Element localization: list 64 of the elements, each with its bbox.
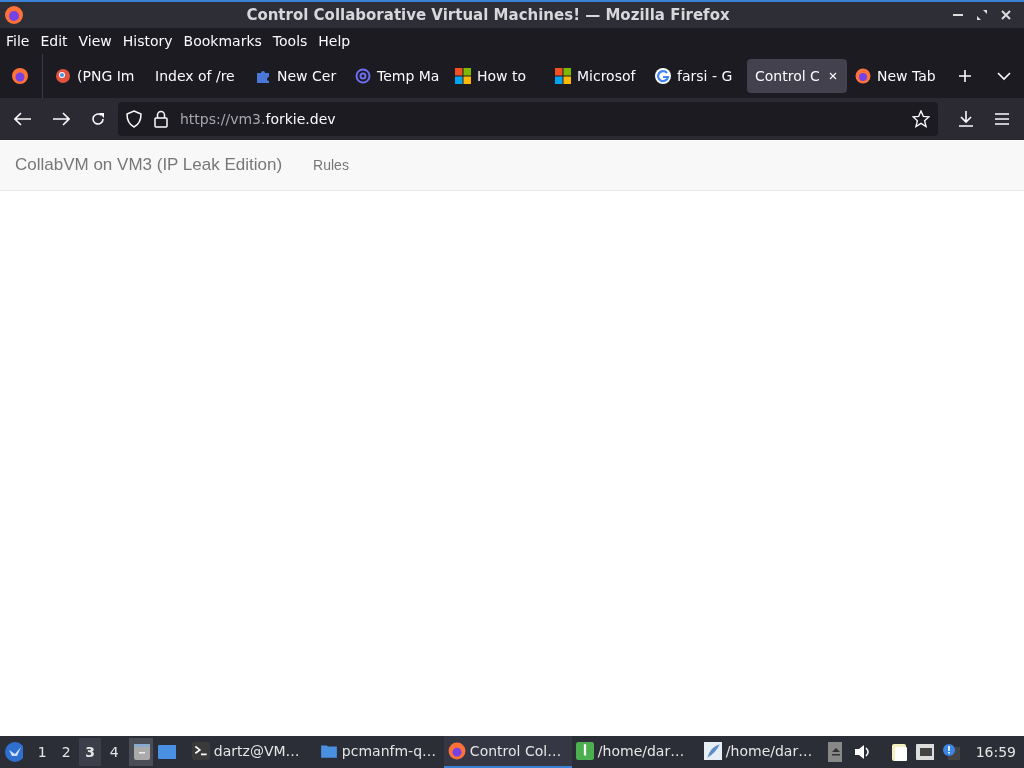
- firefox-icon[interactable]: [10, 66, 30, 86]
- browser-tab[interactable]: New Tab: [847, 59, 937, 93]
- menu-item[interactable]: View: [78, 30, 112, 52]
- shield-icon: [126, 110, 142, 128]
- clock: 16:59: [975, 742, 1016, 762]
- eject-icon[interactable]: [827, 742, 842, 762]
- chevron-down-icon[interactable]: [996, 71, 1012, 81]
- archive-icon: [575, 742, 594, 760]
- firefox-icon: [855, 68, 871, 84]
- lock-icon: [154, 110, 168, 128]
- url-text: https://vm3.forkie.dev: [180, 109, 337, 129]
- file-cabinet-icon[interactable]: [129, 738, 153, 766]
- close-icon[interactable]: [1000, 9, 1012, 21]
- new-tab-icon[interactable]: [958, 69, 972, 83]
- close-icon: [827, 70, 839, 82]
- menu-icon[interactable]: [994, 112, 1010, 126]
- site-brand[interactable]: CollabVM on VM3 (IP Leak Edition): [15, 152, 283, 178]
- taskbar-button[interactable]: pcmanfm-q…: [315, 736, 444, 768]
- notification-icon[interactable]: [942, 743, 960, 761]
- workspace-button[interactable]: 3: [79, 738, 102, 766]
- desktop-icon[interactable]: [156, 743, 176, 761]
- menu-item[interactable]: Help: [318, 30, 351, 52]
- browser-tab[interactable]: New Cer: [247, 59, 347, 93]
- menu-item[interactable]: Bookmarks: [183, 30, 262, 52]
- browser-tab[interactable]: How to: [447, 59, 547, 93]
- taskbar-button[interactable]: /home/dar…: [699, 736, 828, 768]
- back-icon[interactable]: [14, 112, 32, 126]
- download-icon[interactable]: [958, 110, 974, 128]
- four-squares-icon: [455, 68, 471, 84]
- firefox-icon: [4, 5, 24, 25]
- taskbar-button[interactable]: Control Col…: [443, 736, 572, 768]
- browser-tab[interactable]: (PNG Im: [47, 59, 147, 93]
- workspace-button[interactable]: 1: [31, 738, 54, 766]
- workspace-button[interactable]: 4: [103, 738, 126, 766]
- terminal-icon: [191, 742, 210, 760]
- browser-tab[interactable]: farsi - G: [647, 59, 747, 93]
- browser-tab[interactable]: Control C: [747, 59, 847, 93]
- menu-item[interactable]: History: [122, 30, 173, 52]
- maximize-icon[interactable]: [976, 9, 988, 21]
- g-logo-icon: [655, 68, 671, 84]
- star-icon[interactable]: [912, 110, 930, 128]
- magnifier-icon: [55, 68, 71, 84]
- browser-tab[interactable]: Index of /re: [147, 59, 247, 93]
- taskbar-button[interactable]: dartz@VM…: [187, 736, 316, 768]
- network-icon[interactable]: [915, 743, 935, 761]
- puzzle-icon: [255, 68, 271, 84]
- menu-item[interactable]: Edit: [40, 30, 68, 52]
- folder-icon: [319, 742, 338, 760]
- workspace-button[interactable]: 2: [55, 738, 78, 766]
- speaker-icon[interactable]: [853, 744, 870, 760]
- nav-link[interactable]: Rules: [313, 154, 349, 176]
- window-title: Control Collaborative Virtual Machines! — Mozilla Firefox: [245, 4, 731, 26]
- taskbar-button[interactable]: /home/dar…: [571, 736, 700, 768]
- reload-icon[interactable]: [90, 111, 106, 127]
- forward-icon[interactable]: [52, 112, 70, 126]
- clipboard-icon[interactable]: [889, 742, 907, 762]
- address-bar[interactable]: https://vm3.forkie.dev: [118, 102, 938, 136]
- browser-tab[interactable]: Microsof: [547, 59, 647, 93]
- four-squares-icon: [555, 68, 571, 84]
- menu-item[interactable]: File: [6, 30, 30, 52]
- firefox-icon: [447, 742, 466, 760]
- browser-tab[interactable]: Temp Ma: [347, 59, 447, 93]
- feather-icon: [703, 742, 722, 760]
- menu-item[interactable]: Tools: [272, 30, 308, 52]
